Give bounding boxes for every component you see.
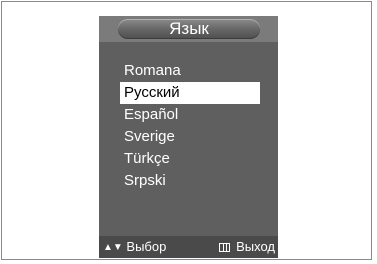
screen-frame: Язык Romana Русский Español Sverige Türk… [1, 1, 372, 260]
language-option-sverige[interactable]: Sverige [99, 126, 278, 148]
language-option-turkce[interactable]: Türkçe [99, 148, 278, 170]
language-option-russian[interactable]: Русский [120, 82, 260, 104]
exit-hint-label: Выход [236, 239, 275, 254]
language-option-espanol[interactable]: Español [99, 104, 278, 126]
menu-exit-icon [219, 243, 231, 252]
language-option-srpski[interactable]: Srpski [99, 170, 278, 192]
language-menu-panel: Язык Romana Русский Español Sverige Türk… [99, 16, 278, 258]
menu-title-bar: Язык [99, 16, 278, 42]
exit-hint[interactable]: Выход [219, 236, 275, 258]
up-down-arrows-icon: ▲▼ [103, 242, 123, 253]
language-option-romana[interactable]: Romana [99, 60, 278, 82]
menu-footer: ▲▼ Выбор Выход [99, 236, 278, 258]
menu-title-pill: Язык [118, 19, 260, 39]
menu-title: Язык [169, 19, 209, 38]
move-hint-label: Выбор [126, 239, 167, 254]
language-list: Romana Русский Español Sverige Türkçe Sr… [99, 60, 278, 192]
move-hint: ▲▼ Выбор [103, 236, 166, 259]
